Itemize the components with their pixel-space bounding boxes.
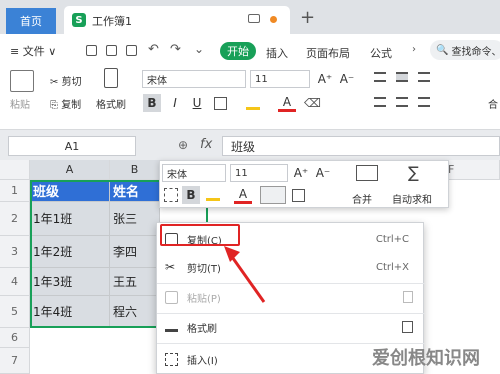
- tab-page-layout[interactable]: 页面布局: [306, 45, 350, 61]
- font-size-select[interactable]: 11: [250, 70, 310, 88]
- format-painter-label[interactable]: 格式刷: [96, 96, 126, 111]
- formula-input[interactable]: 班级: [222, 136, 500, 156]
- column-header-a[interactable]: A: [30, 160, 110, 180]
- underline-button[interactable]: U: [188, 94, 206, 112]
- row-header-2[interactable]: 2: [0, 202, 30, 236]
- copy-highlight-box: [160, 224, 240, 246]
- column-header-b[interactable]: B: [110, 160, 160, 180]
- align-right-icon[interactable]: [418, 97, 430, 107]
- mini-align-icon[interactable]: [260, 186, 286, 204]
- cell-b1[interactable]: 姓名: [110, 180, 160, 202]
- cell-b4[interactable]: 王五: [110, 268, 160, 296]
- align-left-icon[interactable]: [374, 97, 386, 107]
- cell-b3[interactable]: 李四: [110, 236, 160, 268]
- sheet-logo-icon: S: [72, 13, 86, 27]
- search-input[interactable]: 🔍 查找命令、: [430, 40, 500, 60]
- paste-icon: [165, 290, 178, 304]
- insert-icon: [165, 352, 178, 366]
- merge-icon[interactable]: [356, 165, 378, 181]
- font-grow-button[interactable]: A⁺: [316, 70, 334, 88]
- save-icon[interactable]: [86, 45, 97, 56]
- clear-format-icon[interactable]: ⌫: [304, 96, 321, 110]
- mini-font-name[interactable]: 宋体: [162, 164, 226, 182]
- font-shrink-button[interactable]: A⁻: [338, 70, 356, 88]
- row-header-7[interactable]: 7: [0, 348, 30, 374]
- print-icon[interactable]: [106, 45, 117, 56]
- corner-cell[interactable]: [0, 160, 30, 180]
- cell-a2[interactable]: 1年1班: [30, 202, 110, 236]
- more-icon[interactable]: ⌄: [194, 42, 204, 56]
- tab-formula[interactable]: 公式: [370, 45, 392, 61]
- watermark: 爱创根知识网: [372, 348, 480, 369]
- cell-a3[interactable]: 1年2班: [30, 236, 110, 268]
- row-header-1[interactable]: 1: [0, 180, 30, 202]
- unsaved-dot-icon: [270, 16, 277, 23]
- cell-a4[interactable]: 1年3班: [30, 268, 110, 296]
- mini-bold-button[interactable]: B: [182, 186, 200, 204]
- undo-icon[interactable]: ↶: [148, 42, 159, 57]
- annotation-arrow: [224, 246, 266, 303]
- mini-font-size[interactable]: 11: [230, 164, 288, 182]
- row-header-3[interactable]: 3: [0, 236, 30, 268]
- tab-home[interactable]: 首页: [6, 8, 56, 34]
- paste-icon[interactable]: [10, 70, 34, 92]
- italic-button[interactable]: I: [166, 94, 184, 112]
- menu-item-paste[interactable]: 粘贴(P): [157, 283, 425, 311]
- workbook-title: 工作簿1: [92, 15, 132, 28]
- preview-icon[interactable]: [126, 45, 137, 56]
- mini-font-shrink[interactable]: A⁻: [314, 164, 332, 182]
- paste-label[interactable]: 粘贴: [10, 96, 30, 111]
- border-icon[interactable]: [214, 97, 227, 110]
- name-box[interactable]: A1: [8, 136, 136, 156]
- mini-fill-icon[interactable]: [206, 189, 220, 201]
- monitor-icon[interactable]: [248, 14, 260, 23]
- autosum-icon[interactable]: ∑: [408, 163, 419, 182]
- align-top-icon[interactable]: [374, 72, 386, 82]
- painter-options-icon[interactable]: [402, 321, 413, 333]
- paste-options-icon[interactable]: [403, 291, 413, 303]
- mini-toolbar: 宋体 11 A⁺ A⁻ B A 合并 ∑ 自动求和: [159, 160, 449, 208]
- fx-icon[interactable]: fx: [200, 137, 212, 152]
- search-icon: 🔍: [436, 44, 449, 56]
- mini-font-color[interactable]: A: [234, 186, 252, 204]
- cell-a5[interactable]: 1年4班: [30, 296, 110, 328]
- mini-font-grow[interactable]: A⁺: [292, 164, 310, 182]
- align-bottom-icon[interactable]: [418, 72, 430, 82]
- redo-icon[interactable]: ↷: [170, 42, 181, 57]
- align-center-icon[interactable]: [396, 97, 408, 107]
- copy-icon: ⎘: [50, 100, 58, 111]
- menu-item-cut[interactable]: ✂ 剪切(T) Ctrl+X: [157, 253, 425, 281]
- font-name-select[interactable]: 宋体: [142, 70, 246, 88]
- new-tab-button[interactable]: +: [300, 7, 315, 28]
- fill-color-icon[interactable]: [246, 97, 260, 110]
- tab-workbook[interactable]: S 工作簿1: [64, 6, 290, 34]
- font-color-button[interactable]: A: [278, 94, 296, 112]
- mini-merge-button[interactable]: 合并: [352, 191, 372, 206]
- mini-select-icon[interactable]: [164, 188, 178, 202]
- cell-b2[interactable]: 张三: [110, 202, 160, 236]
- cell-a1[interactable]: 班级: [30, 180, 110, 202]
- format-painter-icon: [165, 322, 178, 332]
- tab-start[interactable]: 开始: [220, 42, 256, 60]
- row-header-4[interactable]: 4: [0, 268, 30, 296]
- scissors-icon: ✂: [165, 259, 176, 274]
- scissors-icon: ✂: [50, 77, 59, 88]
- format-painter-icon[interactable]: [104, 68, 118, 88]
- cut-button[interactable]: ✂ 剪切: [50, 73, 82, 88]
- search-placeholder: 查找命令、: [451, 46, 500, 58]
- tab-insert[interactable]: 插入: [266, 45, 288, 61]
- more-tabs-icon[interactable]: ›: [412, 44, 416, 55]
- merge-label[interactable]: 合: [488, 96, 498, 111]
- zoom-icon[interactable]: ⊕: [178, 138, 188, 152]
- menu-item-format-painter[interactable]: 格式刷: [157, 313, 425, 341]
- align-middle-icon[interactable]: [396, 72, 408, 82]
- row-header-5[interactable]: 5: [0, 296, 30, 328]
- row-header-6[interactable]: 6: [0, 328, 30, 348]
- bold-button[interactable]: B: [143, 94, 161, 112]
- cell-b5[interactable]: 程六: [110, 296, 160, 328]
- file-menu[interactable]: ≡ 文件 ∨: [10, 43, 56, 59]
- mini-border-icon[interactable]: [292, 189, 305, 202]
- copy-button[interactable]: ⎘ 复制: [50, 96, 81, 111]
- mini-autosum-button[interactable]: 自动求和: [392, 191, 432, 206]
